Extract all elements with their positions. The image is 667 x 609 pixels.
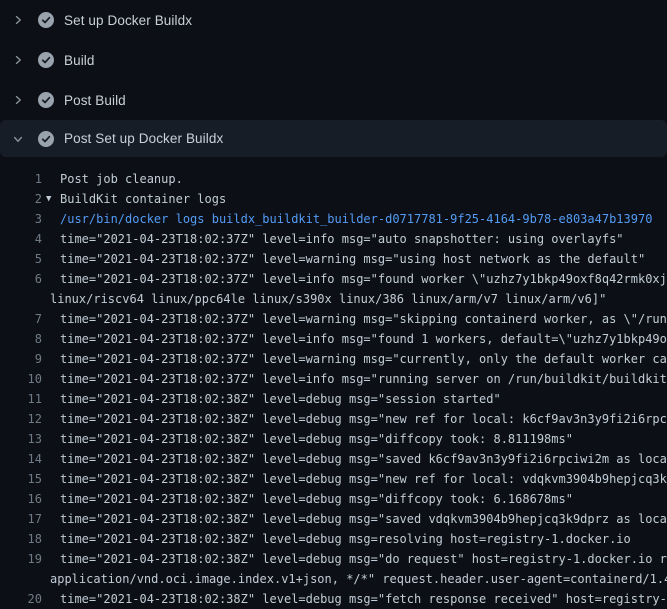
log-line-text: time="2021-04-23T18:02:38Z" level=debug …: [42, 549, 667, 569]
log-line-20: 20 time="2021-04-23T18:02:38Z" level=deb…: [0, 589, 667, 609]
log-line-number[interactable]: 19: [0, 549, 42, 569]
log-group-toggle[interactable]: ▼BuildKit container logs: [42, 189, 226, 209]
log-line-text: time="2021-04-23T18:02:37Z" level=warnin…: [42, 249, 645, 269]
log-line-number[interactable]: 16: [0, 489, 42, 509]
step-header-post-set-up-docker-buildx[interactable]: Post Set up Docker Buildx: [0, 120, 667, 157]
log-line-number[interactable]: 7: [0, 309, 42, 329]
triangle-down-icon: ▼: [46, 189, 60, 209]
step-header-post-build[interactable]: Post Build: [0, 80, 667, 120]
step-label: Set up Docker Buildx: [64, 13, 192, 28]
log-line-text: linux/riscv64 linux/ppc64le linux/s390x …: [42, 289, 606, 309]
chevron-right-icon: [12, 92, 28, 108]
log-line-text: time="2021-04-23T18:02:38Z" level=debug …: [42, 589, 667, 609]
log-line-text: time="2021-04-23T18:02:38Z" level=debug …: [42, 509, 667, 529]
log-line-number[interactable]: 4: [0, 229, 42, 249]
log-line-number[interactable]: 14: [0, 449, 42, 469]
log-line-number[interactable]: 2: [0, 189, 42, 209]
step-label: Post Set up Docker Buildx: [64, 131, 223, 146]
log-line-number[interactable]: 5: [0, 249, 42, 269]
steps-list: Set up Docker Buildx Build Post Build: [0, 0, 667, 157]
log-line-16: 16 time="2021-04-23T18:02:38Z" level=deb…: [0, 489, 667, 509]
step-header-set-up-docker-buildx[interactable]: Set up Docker Buildx: [0, 0, 667, 40]
log-line-5: 5 time="2021-04-23T18:02:37Z" level=warn…: [0, 249, 667, 269]
log-line-text: time="2021-04-23T18:02:37Z" level=info m…: [42, 369, 667, 389]
log-line-number[interactable]: 10: [0, 369, 42, 389]
log-line-4: 4 time="2021-04-23T18:02:37Z" level=info…: [0, 229, 667, 249]
log-line-text: Post job cleanup.: [42, 169, 183, 189]
log-line-12: 12 time="2021-04-23T18:02:38Z" level=deb…: [0, 409, 667, 429]
log-line-7: 7 time="2021-04-23T18:02:37Z" level=warn…: [0, 309, 667, 329]
chevron-down-icon: [12, 131, 28, 147]
step-header-build[interactable]: Build: [0, 40, 667, 80]
log-line-text: time="2021-04-23T18:02:38Z" level=debug …: [42, 449, 667, 469]
log-line-6: 6 time="2021-04-23T18:02:37Z" level=info…: [0, 269, 667, 289]
log-line-11: 11 time="2021-04-23T18:02:38Z" level=deb…: [0, 389, 667, 409]
log-line-text: time="2021-04-23T18:02:38Z" level=debug …: [42, 489, 573, 509]
log-line-1: 1 Post job cleanup.: [0, 169, 667, 189]
log-line-text: time="2021-04-23T18:02:38Z" level=debug …: [42, 389, 501, 409]
log-line-10: 10 time="2021-04-23T18:02:37Z" level=inf…: [0, 369, 667, 389]
log-line-number[interactable]: 15: [0, 469, 42, 489]
log-command-text: /usr/bin/docker logs buildx_buildkit_bui…: [42, 209, 652, 229]
log-line-number[interactable]: 3: [0, 209, 42, 229]
log-line-text: time="2021-04-23T18:02:37Z" level=info m…: [42, 329, 667, 349]
log-line-number[interactable]: 1: [0, 169, 42, 189]
log-line-9: 9 time="2021-04-23T18:02:37Z" level=warn…: [0, 349, 667, 369]
log-viewer: 1 Post job cleanup. 2 ▼BuildKit containe…: [0, 157, 667, 609]
step-label: Build: [64, 53, 95, 68]
check-circle-icon: [38, 92, 54, 108]
log-line-number[interactable]: 9: [0, 349, 42, 369]
log-line-3: 3 /usr/bin/docker logs buildx_buildkit_b…: [0, 209, 667, 229]
log-line-text: application/vnd.oci.image.index.v1+json,…: [42, 569, 667, 589]
log-line-number[interactable]: 13: [0, 429, 42, 449]
log-line-text: time="2021-04-23T18:02:37Z" level=warnin…: [42, 309, 667, 329]
log-line-text: time="2021-04-23T18:02:38Z" level=debug …: [42, 469, 667, 489]
log-line-2: 2 ▼BuildKit container logs: [0, 189, 667, 209]
step-label: Post Build: [64, 93, 126, 108]
log-line-text: time="2021-04-23T18:02:37Z" level=warnin…: [42, 349, 667, 369]
log-line-number[interactable]: 11: [0, 389, 42, 409]
check-circle-icon: [38, 12, 54, 28]
log-line-17: 17 time="2021-04-23T18:02:38Z" level=deb…: [0, 509, 667, 529]
log-line-text: time="2021-04-23T18:02:37Z" level=info m…: [42, 229, 624, 249]
log-line-number[interactable]: 20: [0, 589, 42, 609]
log-line-number[interactable]: 17: [0, 509, 42, 529]
log-line-6-wrap-1: linux/riscv64 linux/ppc64le linux/s390x …: [0, 289, 667, 309]
log-line-text: time="2021-04-23T18:02:38Z" level=debug …: [42, 409, 667, 429]
log-line-text: time="2021-04-23T18:02:38Z" level=debug …: [42, 429, 573, 449]
log-line-8: 8 time="2021-04-23T18:02:37Z" level=info…: [0, 329, 667, 349]
log-line-number[interactable]: 8: [0, 329, 42, 349]
log-line-18: 18 time="2021-04-23T18:02:38Z" level=deb…: [0, 529, 667, 549]
check-circle-icon: [38, 131, 54, 147]
log-line-14: 14 time="2021-04-23T18:02:38Z" level=deb…: [0, 449, 667, 469]
chevron-right-icon: [12, 12, 28, 28]
log-line-text: time="2021-04-23T18:02:37Z" level=info m…: [42, 269, 667, 289]
log-line-13: 13 time="2021-04-23T18:02:38Z" level=deb…: [0, 429, 667, 449]
log-line-number[interactable]: 6: [0, 269, 42, 289]
log-line-number[interactable]: 18: [0, 529, 42, 549]
chevron-right-icon: [12, 52, 28, 68]
log-line-15: 15 time="2021-04-23T18:02:38Z" level=deb…: [0, 469, 667, 489]
check-circle-icon: [38, 52, 54, 68]
log-line-text: time="2021-04-23T18:02:38Z" level=debug …: [42, 529, 631, 549]
log-line-19-wrap-1: application/vnd.oci.image.index.v1+json,…: [0, 569, 667, 589]
log-line-19: 19 time="2021-04-23T18:02:38Z" level=deb…: [0, 549, 667, 569]
log-line-number[interactable]: 12: [0, 409, 42, 429]
